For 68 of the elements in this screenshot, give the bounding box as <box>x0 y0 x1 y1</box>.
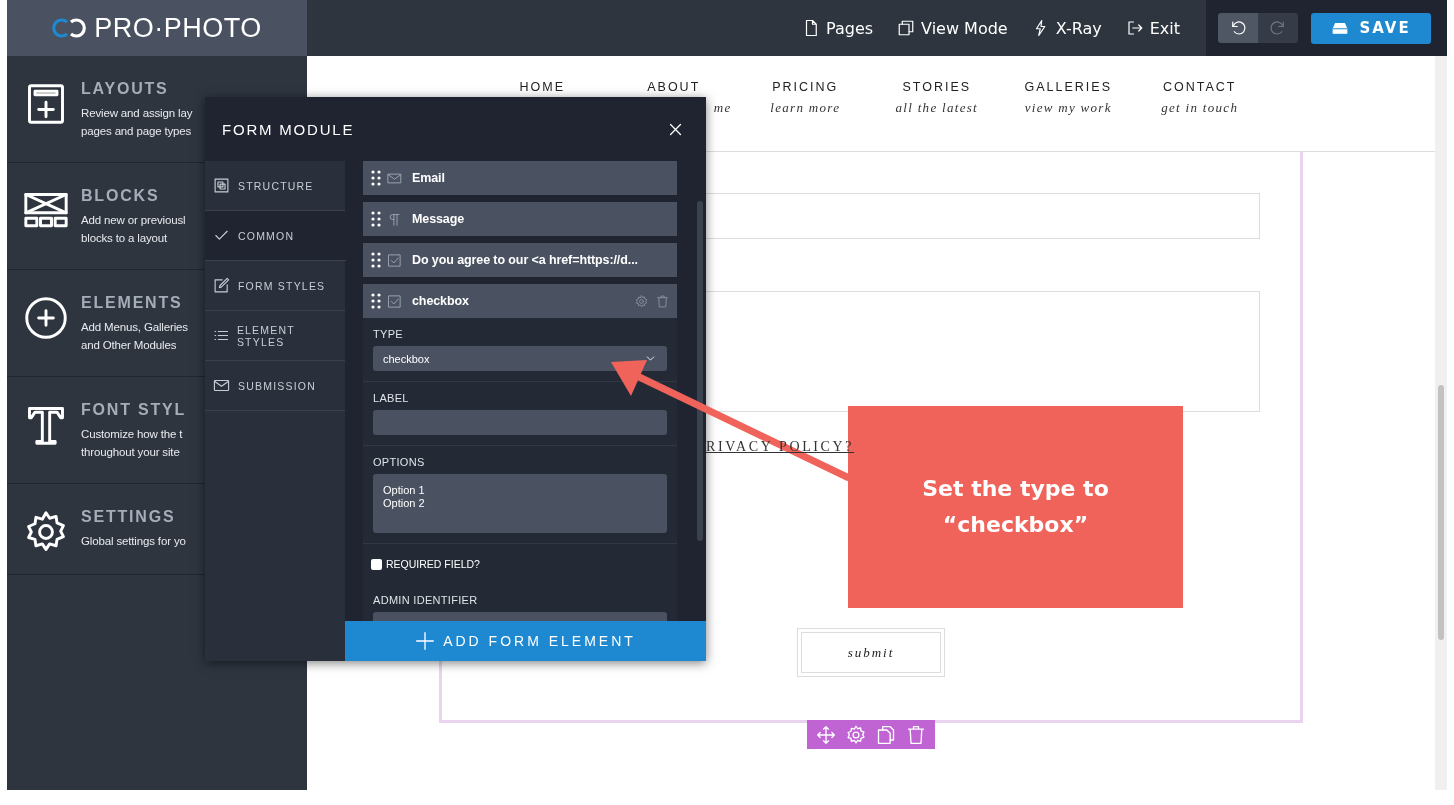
nav-link[interactable]: CONTACT <box>1163 80 1237 94</box>
form-element-row[interactable]: Message <box>363 202 677 236</box>
nav-link[interactable]: ABOUT <box>647 80 701 94</box>
field-label: LABEL <box>373 392 410 404</box>
form-element-row[interactable]: checkbox <box>363 284 677 318</box>
undo-icon <box>1229 19 1247 37</box>
field-label: OPTIONS <box>373 456 426 468</box>
logo-icon <box>52 17 87 39</box>
required-checkbox[interactable] <box>371 558 382 570</box>
form-element-row[interactable]: Do you agree to our <a href=https://d... <box>363 243 677 277</box>
sidebar-title[interactable]: LAYOUTS <box>81 80 169 98</box>
nav-subtitle: get in touch <box>1161 100 1239 116</box>
sidebar-title[interactable]: ELEMENTS <box>81 294 183 312</box>
nav-subtitle: all the latest <box>895 100 978 116</box>
checkbox-icon <box>387 293 402 309</box>
exit-icon <box>1125 19 1144 37</box>
drag-handle-icon[interactable] <box>371 293 381 309</box>
toolbar-button[interactable]: Pages <box>802 18 874 38</box>
label-input[interactable] <box>373 410 667 435</box>
envelope-icon <box>387 170 402 186</box>
type-select[interactable]: checkbox <box>373 346 667 371</box>
settings-icon <box>24 510 68 554</box>
sidebar-description: Global settings for yo <box>81 534 186 549</box>
logo-text: PRO·PHOTO <box>94 12 262 44</box>
plus-icon <box>415 631 436 651</box>
nav-link[interactable]: GALLERIES <box>1024 80 1112 94</box>
checkbox-icon <box>387 252 402 268</box>
plus-circle-icon <box>24 296 68 340</box>
copy-icon[interactable] <box>876 724 896 745</box>
stacked-windows-icon <box>897 19 916 37</box>
required-label: REQUIRED FIELD? <box>386 558 480 570</box>
toolbar-button[interactable]: X-Ray <box>1031 18 1102 38</box>
move-icon[interactable] <box>816 724 836 745</box>
envelope-icon[interactable] <box>213 377 230 394</box>
undo-button[interactable] <box>1218 13 1258 43</box>
nav-link[interactable]: HOME <box>519 80 565 94</box>
sidebar-description: Add new or previousl blocks to a layout <box>81 213 186 246</box>
tab[interactable]: COMMON <box>205 211 346 261</box>
drag-handle-icon[interactable] <box>371 252 381 268</box>
sidebar-title[interactable]: SETTINGS <box>81 508 176 526</box>
sidebar-description: Add Menus, Galleries and Other Modules <box>81 320 188 353</box>
add-form-element-button[interactable]: ADD FORM ELEMENT <box>345 621 706 661</box>
save-button[interactable]: SAVE <box>1311 12 1431 44</box>
scrollbar[interactable] <box>1435 56 1447 790</box>
toolbar-button[interactable]: View Mode <box>897 18 1008 38</box>
sidebar-description: Customize how the t throughout your site <box>81 427 183 460</box>
drag-handle-icon[interactable] <box>371 211 381 227</box>
options-textarea[interactable]: Option 1 Option 2 <box>373 474 667 533</box>
submit-button[interactable]: submit <box>797 628 945 677</box>
form-element-row[interactable]: Email <box>363 161 677 195</box>
nav-link[interactable]: PRICING <box>772 80 839 94</box>
toolbar-button[interactable]: Exit <box>1125 18 1180 38</box>
field-label: TYPE <box>373 328 404 340</box>
redo-icon <box>1269 19 1287 37</box>
sidebar-title[interactable]: BLOCKS <box>81 187 160 205</box>
sidebar-description: Review and assign lay pages and page types <box>81 106 193 139</box>
scrollbar[interactable] <box>697 201 703 541</box>
nav-subtitle: learn more <box>770 100 841 116</box>
drag-handle-icon[interactable] <box>371 170 381 186</box>
structure-icon[interactable] <box>213 177 230 194</box>
nav-subtitle: me <box>713 100 732 116</box>
paragraph-icon <box>387 211 402 227</box>
sidebar-title[interactable]: FONT STYL <box>81 401 187 419</box>
field-label: ADMIN IDENTIFIER <box>373 594 479 606</box>
modal-title: FORM MODULE <box>222 120 355 138</box>
nav-subtitle: view my work <box>1024 100 1112 116</box>
edit-icon[interactable] <box>213 277 230 294</box>
nav-link[interactable]: STORIES <box>902 80 972 94</box>
